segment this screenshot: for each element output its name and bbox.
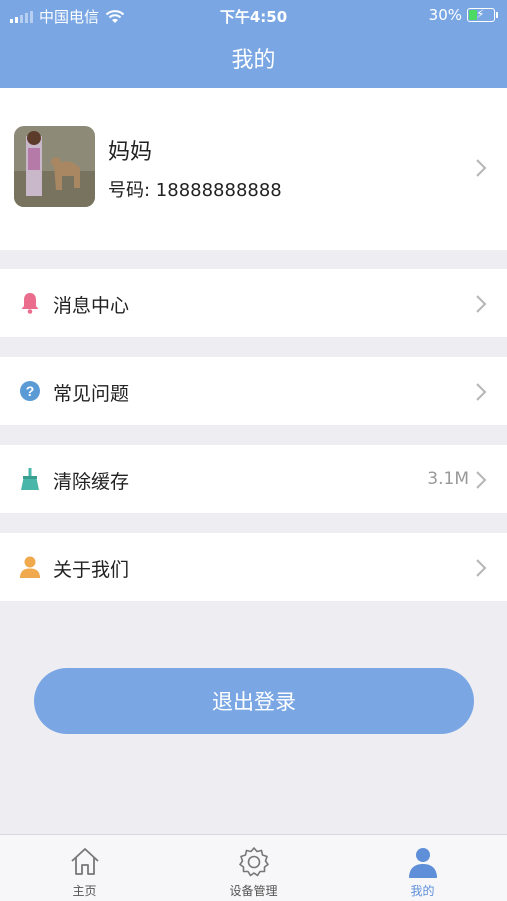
cache-size: 3.1M <box>427 469 469 489</box>
menu-label-messages: 消息中心 <box>53 295 130 317</box>
tab-home[interactable]: 主页 <box>0 835 169 901</box>
menu-item-messages[interactable]: 消息中心 <box>0 269 507 337</box>
avatar[interactable] <box>14 126 95 207</box>
menu-item-clear-cache[interactable]: 清除缓存 3.1M <box>0 445 507 513</box>
page-title: 我的 <box>231 48 276 73</box>
bell-icon <box>21 293 39 314</box>
tab-bar: 主页 设备管理 我的 <box>0 834 507 901</box>
menu-item-about[interactable]: 关于我们 <box>0 533 507 601</box>
tab-mine[interactable]: 我的 <box>338 835 507 901</box>
menu-item-faq[interactable]: ? 常见问题 <box>0 357 507 425</box>
tab-label-mine: 我的 <box>410 884 435 898</box>
menu-label-about: 关于我们 <box>53 559 130 581</box>
home-icon <box>70 848 99 875</box>
broom-icon <box>21 468 39 490</box>
tab-label-home: 主页 <box>72 884 97 898</box>
status-bar: 中国电信 下午4:50 30% ⚡ <box>0 0 507 30</box>
battery-percent: 30% <box>428 6 462 24</box>
chevron-right-icon <box>476 383 487 401</box>
chevron-right-icon <box>476 159 487 177</box>
chevron-right-icon <box>476 471 487 489</box>
tab-device-management[interactable]: 设备管理 <box>169 835 338 901</box>
profile-name: 妈妈 <box>108 140 153 165</box>
question-icon: ? <box>20 381 40 401</box>
svg-text:?: ? <box>26 383 35 399</box>
menu-label-clear-cache: 清除缓存 <box>53 471 130 493</box>
tab-label-device-management: 设备管理 <box>229 884 278 898</box>
profile-phone: 号码: 18888888888 <box>108 180 282 201</box>
chevron-right-icon <box>476 559 487 577</box>
menu-label-faq: 常见问题 <box>53 383 130 405</box>
header: 中国电信 下午4:50 30% ⚡ 我的 <box>0 0 507 88</box>
logout-button[interactable]: 退出登录 <box>34 668 474 734</box>
chevron-right-icon <box>476 295 487 313</box>
person-icon <box>20 556 40 578</box>
user-icon <box>408 848 437 878</box>
battery-icon: ⚡ <box>467 7 498 22</box>
gear-icon <box>238 847 269 877</box>
profile-card[interactable]: 妈妈 号码: 18888888888 <box>0 88 507 250</box>
status-right: 30% ⚡ <box>428 6 498 24</box>
